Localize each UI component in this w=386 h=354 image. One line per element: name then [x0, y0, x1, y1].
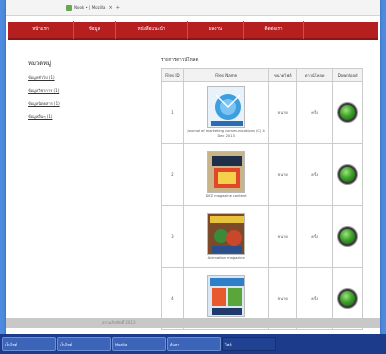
download-cell [332, 81, 363, 144]
nav-item-contact[interactable]: ติดต่อเรา [244, 21, 304, 39]
footer-text: สงวนลิขสิทธิ์ 2013 [102, 320, 136, 325]
download-content: รายการดาวน์โหลด Files ID Files Name ขนาด… [161, 56, 366, 330]
browser-tab-label: Nook • | Mozilla [74, 5, 106, 10]
journal-cover-image[interactable] [207, 86, 246, 128]
table-row: 2 DEZ magazine content ขนาด ครั้ง [161, 143, 363, 206]
column-header-download: Download [332, 68, 363, 82]
download-button[interactable] [338, 164, 358, 184]
sidebar-item-other[interactable]: ข้อมูลอื่นๆ (1) [28, 110, 138, 123]
column-header-downloads: ดาวน์โหลด [296, 68, 334, 82]
download-cell [332, 205, 363, 268]
file-id-cell: 3 [161, 205, 184, 268]
file-id-cell: 1 [161, 81, 184, 144]
close-tab-icon[interactable]: × [109, 3, 113, 13]
sidebar-title: หมวดหมู่ [28, 60, 52, 67]
table-row: 3 Animation magazine ขนาด ครั้ง [161, 205, 363, 268]
file-name-cell: Animation magazine [182, 205, 270, 268]
magazine-cover-image[interactable] [207, 274, 246, 317]
sidebar-item-academic[interactable]: ข้อมูลวิชาการ (1) [28, 84, 138, 97]
taskbar-button[interactable]: ค้นหา [167, 337, 221, 351]
download-cell [332, 143, 363, 206]
category-sidebar: หมวดหมู่ ข้อมูลทั่วไป (1) ข้อมูลวิชาการ … [28, 58, 138, 123]
file-downloads-cell: ครั้ง [296, 81, 334, 144]
file-downloads-cell: ครั้ง [296, 205, 334, 268]
nav-item-works[interactable]: ผลงาน [188, 21, 244, 39]
file-caption[interactable]: Animation magazine [208, 256, 245, 261]
file-caption[interactable]: Journal of marketing communications (C) … [184, 129, 269, 139]
download-button[interactable] [338, 102, 358, 122]
taskbar-button-active[interactable]: ไฟล์ [222, 337, 276, 351]
file-name-cell: Journal of marketing communications (C) … [182, 81, 270, 144]
nav-item-books[interactable]: หนังสือแนะนำ [116, 21, 188, 39]
column-header-size: ขนาดไฟล์ [268, 68, 298, 82]
table-row: 1 Journal of marketing communications (C… [161, 81, 363, 144]
file-name-cell: DEZ magazine content [182, 143, 270, 206]
nav-item-home[interactable]: หน้าแรก [8, 21, 74, 39]
file-size-cell: ขนาด [268, 143, 298, 206]
os-taskbar: เว็บไซต์ เว็บไซต์ Mozilla ค้นหา ไฟล์ [0, 334, 386, 354]
browser-window: Nook • | Mozilla × + หน้าแรก ข้อมูล หนัง… [6, 0, 380, 346]
taskbar-button[interactable]: เว็บไซต์ [2, 337, 56, 351]
file-size-cell: ขนาด [268, 205, 298, 268]
animation-cover-image[interactable] [207, 212, 246, 255]
page-favicon-icon [66, 5, 72, 11]
main-nav: หน้าแรก ข้อมูล หนังสือแนะนำ ผลงาน ติดต่อ… [8, 21, 378, 40]
dez-magazine-cover-image[interactable] [207, 150, 246, 193]
column-header-id: Files ID [161, 68, 184, 82]
file-size-cell: ขนาด [268, 81, 298, 144]
browser-tab-bar: Nook • | Mozilla × + [6, 0, 380, 16]
content-title: รายการดาวน์โหลด [161, 58, 199, 63]
download-button[interactable] [338, 288, 358, 308]
file-id-cell: 2 [161, 143, 184, 206]
browser-tab[interactable]: Nook • | Mozilla × + [66, 3, 120, 13]
taskbar-button[interactable]: Mozilla [112, 337, 166, 351]
taskbar-button[interactable]: เว็บไซต์ [57, 337, 111, 351]
download-table: Files ID Files Name ขนาดไฟล์ ดาวน์โหลด D… [161, 68, 363, 330]
nav-item-info[interactable]: ข้อมูล [74, 21, 116, 39]
table-header-row: Files ID Files Name ขนาดไฟล์ ดาวน์โหลด D… [161, 68, 363, 82]
file-caption[interactable]: DEZ magazine content [206, 194, 247, 199]
download-button[interactable] [338, 226, 358, 246]
new-tab-icon[interactable]: + [116, 3, 120, 13]
column-header-name: Files Name [182, 68, 270, 82]
file-downloads-cell: ครั้ง [296, 143, 334, 206]
sidebar-item-magazine[interactable]: ข้อมูลนิตยสาร (1) [28, 97, 138, 110]
page-footer-bar [6, 318, 380, 328]
sidebar-item-general[interactable]: ข้อมูลทั่วไป (1) [28, 71, 138, 84]
